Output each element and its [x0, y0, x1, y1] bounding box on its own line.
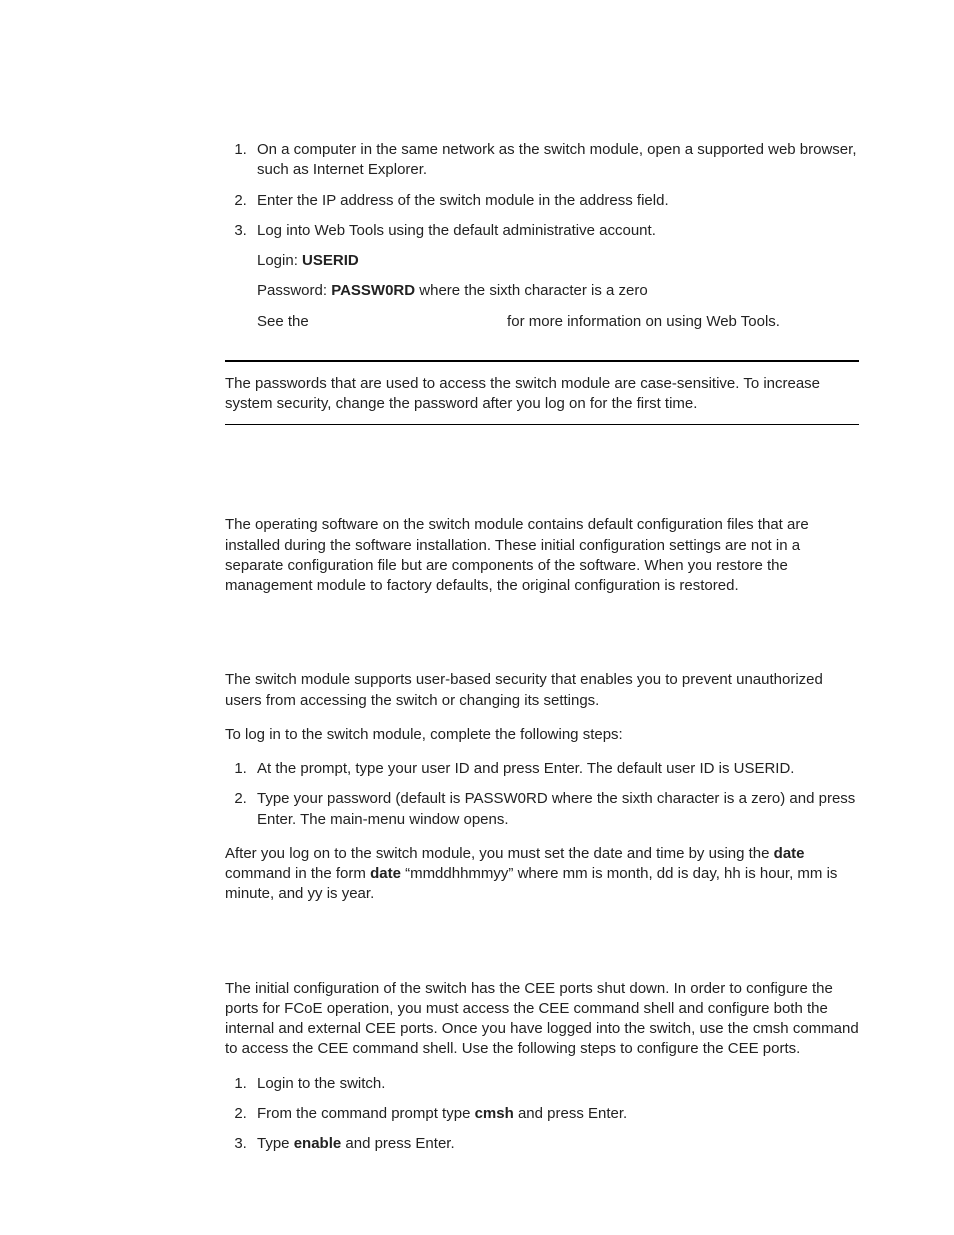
cmsh-cmd: cmsh — [475, 1105, 514, 1122]
list-item: From the command prompt type cmsh and pr… — [251, 1104, 859, 1124]
list-item-text: Log into Web Tools using the default adm… — [257, 222, 656, 239]
item2-lead: From the command prompt type — [257, 1105, 475, 1122]
list-item-text: Login to the switch. — [257, 1075, 385, 1092]
list-item: At the prompt, type your user ID and pre… — [251, 759, 859, 779]
list-item: Type your password (default is PASSW0RD … — [251, 789, 859, 830]
spacer — [225, 425, 859, 515]
list-item: Enter the IP address of the switch modul… — [251, 191, 859, 211]
list-item-text: Enter the IP address of the switch modul… — [257, 192, 669, 209]
date-cmd-1: date — [774, 845, 805, 862]
item3-lead: Type — [257, 1135, 294, 1152]
login-label: Login: — [257, 252, 302, 269]
date-paragraph: After you log on to the switch module, y… — [225, 844, 859, 905]
credentials-block: Login: USERID Password: PASSW0RD where t… — [257, 251, 859, 332]
password-tail: where the sixth character is a zero — [415, 282, 648, 299]
defaults-paragraph: The operating software on the switch mod… — [225, 515, 859, 596]
ordered-list-login: At the prompt, type your user ID and pre… — [225, 759, 859, 830]
note-text: The passwords that are used to access th… — [225, 374, 859, 415]
list-item-text: Type your password (default is PASSW0RD … — [257, 790, 855, 827]
list-item: Login to the switch. — [251, 1074, 859, 1094]
date-lead: After you log on to the switch module, y… — [225, 845, 774, 862]
spacer — [225, 919, 859, 979]
document-page: On a computer in the same network as the… — [0, 0, 954, 1235]
login-steps-lead: To log in to the switch module, complete… — [225, 725, 859, 745]
note-body: The passwords that are used to access th… — [225, 374, 859, 415]
see-tail: for more information on using Web Tools. — [503, 313, 780, 330]
date-mid: command in the form — [225, 865, 370, 882]
cee-intro: The initial configuration of the switch … — [225, 979, 859, 1060]
enable-cmd: enable — [294, 1135, 342, 1152]
list-item: On a computer in the same network as the… — [251, 140, 859, 181]
security-intro: The switch module supports user-based se… — [225, 670, 859, 711]
ordered-list-cee: Login to the switch. From the command pr… — [225, 1074, 859, 1155]
ordered-list-webtools: On a computer in the same network as the… — [225, 140, 859, 332]
item3-tail: and press Enter. — [341, 1135, 454, 1152]
password-label: Password: — [257, 282, 331, 299]
item2-tail: and press Enter. — [514, 1105, 627, 1122]
list-item-text: On a computer in the same network as the… — [257, 141, 857, 178]
see-lead: See the — [257, 313, 313, 330]
date-cmd-2: date — [370, 865, 401, 882]
list-item: Log into Web Tools using the default adm… — [251, 221, 859, 332]
login-value: USERID — [302, 252, 359, 269]
note-rule-top — [225, 360, 859, 362]
list-item-text: At the prompt, type your user ID and pre… — [257, 760, 794, 777]
spacer — [225, 610, 859, 670]
list-item: Type enable and press Enter. — [251, 1134, 859, 1154]
password-value: PASSW0RD — [331, 282, 415, 299]
